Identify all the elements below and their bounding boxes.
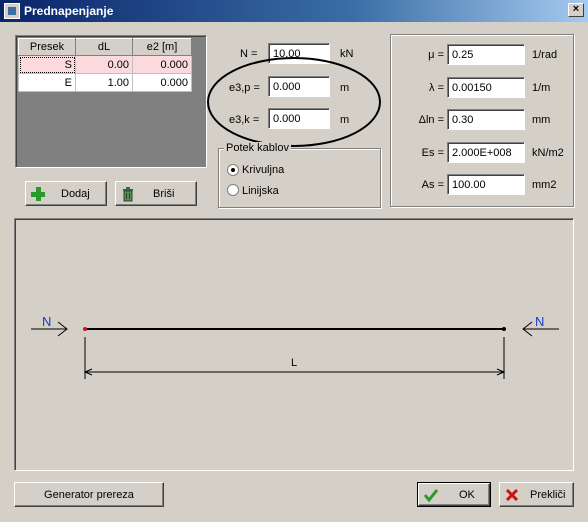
- app-icon: [4, 3, 20, 19]
- sections-table: Presek dL e2 [m] S 0.00 0.000 E 1.00 0.0…: [15, 35, 207, 168]
- radio-krivuljna-label[interactable]: Krivuljna: [242, 164, 284, 176]
- cell-presek[interactable]: S: [18, 55, 76, 74]
- cross-icon: [505, 488, 519, 502]
- dln-input[interactable]: [447, 109, 525, 130]
- cell-e2[interactable]: 0.000: [132, 73, 192, 92]
- es-unit: kN/m2: [532, 147, 564, 159]
- length-label: L: [291, 357, 298, 369]
- table-row[interactable]: E 1.00 0.000: [18, 73, 192, 92]
- column-header-presek[interactable]: Presek: [18, 38, 76, 56]
- delete-button-label: Briši: [153, 188, 175, 200]
- column-header-e2[interactable]: e2 [m]: [132, 38, 192, 56]
- end-node: [502, 327, 506, 331]
- lambda-label: λ =: [429, 82, 444, 94]
- cable-diagram: [31, 321, 559, 379]
- cancel-button[interactable]: Prekliči: [499, 482, 574, 507]
- generator-button[interactable]: Generator prereza: [14, 482, 164, 507]
- lambda-input[interactable]: [447, 77, 525, 98]
- title-bar: Prednapenjanje ×: [0, 0, 588, 22]
- cell-e2[interactable]: 0.000: [132, 55, 192, 74]
- mu-label: μ =: [428, 49, 444, 61]
- window-title: Prednapenjanje: [24, 4, 114, 18]
- delete-button[interactable]: Briši: [115, 181, 197, 206]
- add-button-label: Dodaj: [61, 188, 90, 200]
- column-header-dl[interactable]: dL: [75, 38, 133, 56]
- mu-unit: 1/rad: [532, 49, 558, 61]
- cell-dl[interactable]: 1.00: [75, 73, 133, 92]
- dln-label: Δln =: [418, 114, 444, 126]
- lambda-unit: 1/m: [532, 82, 551, 94]
- ok-button[interactable]: OK: [417, 482, 491, 507]
- cell-dl[interactable]: 0.00: [75, 55, 133, 74]
- mu-input[interactable]: [447, 44, 525, 65]
- table-header-row: Presek dL e2 [m]: [18, 38, 192, 56]
- cable-path-group: [218, 148, 381, 208]
- checkmark-icon: [423, 489, 439, 503]
- dln-unit: mm: [532, 114, 551, 126]
- cancel-button-label: Prekliči: [530, 489, 566, 501]
- es-input[interactable]: [447, 142, 525, 163]
- cable-path-title: Potek kablov: [224, 142, 291, 154]
- right-force-label: N: [535, 314, 545, 329]
- start-node: [83, 327, 87, 331]
- cable-diagram-panel: N N L: [14, 218, 574, 471]
- cell-presek[interactable]: E: [18, 73, 76, 92]
- plus-icon: [31, 187, 45, 201]
- add-button[interactable]: Dodaj: [25, 181, 107, 206]
- as-input[interactable]: [447, 174, 525, 195]
- ok-button-label: OK: [459, 489, 475, 501]
- as-unit: mm2: [532, 179, 557, 191]
- generator-button-label: Generator prereza: [44, 489, 134, 501]
- left-force-label: N: [42, 314, 52, 329]
- radio-krivuljna[interactable]: [227, 164, 239, 176]
- radio-linijska[interactable]: [227, 184, 239, 196]
- close-button[interactable]: ×: [568, 3, 584, 17]
- as-label: As =: [421, 179, 444, 191]
- radio-linijska-label[interactable]: Linijska: [242, 185, 279, 197]
- highlight-ellipse: [207, 57, 381, 147]
- es-label: Es =: [421, 147, 444, 159]
- table-row[interactable]: S 0.00 0.000: [18, 55, 192, 74]
- trash-icon: [123, 187, 133, 202]
